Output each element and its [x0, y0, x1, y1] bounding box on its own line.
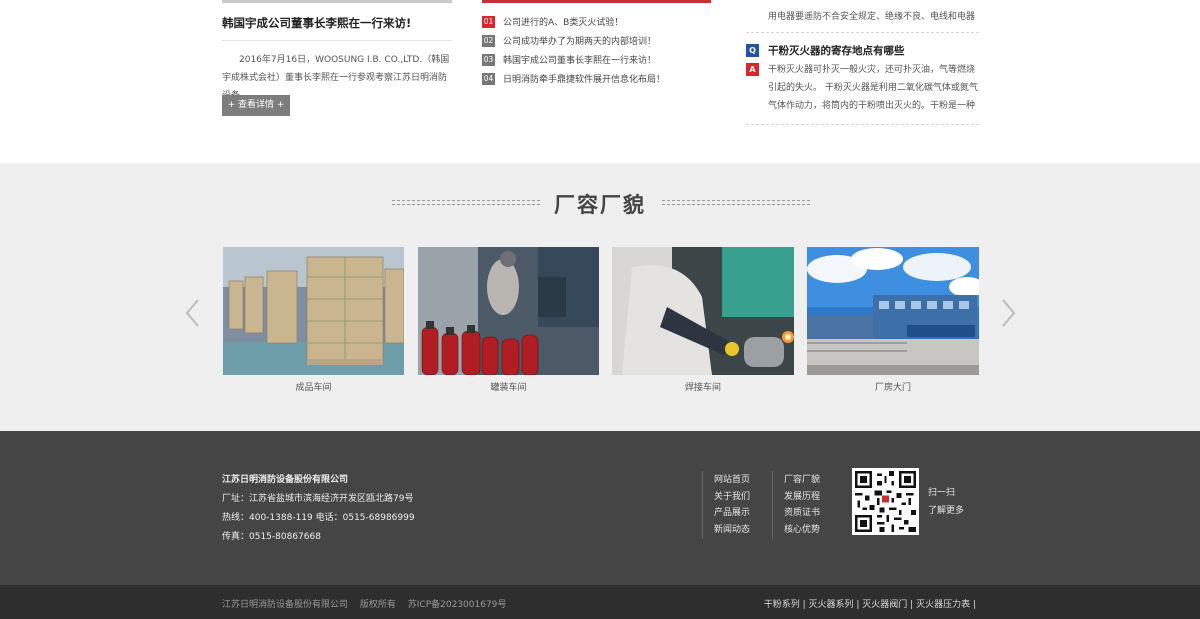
fax: 传真：0515-80867668 [222, 532, 321, 542]
rank-badge: 01 [482, 15, 495, 28]
prev-arrow-icon[interactable] [183, 298, 203, 328]
faq-question[interactable]: 干粉灭火器的寄存地点有哪些 [768, 43, 905, 58]
rank-badge: 02 [482, 34, 495, 47]
next-arrow-icon[interactable] [998, 298, 1018, 328]
footer-link-advantages[interactable]: 核心优势 [784, 522, 820, 539]
footer-link-news[interactable]: 新闻动态 [714, 522, 750, 539]
answer-line: 引起的失火。 干粉灭火器是利用二氧化碳气体或氮气 [768, 83, 978, 93]
icp-number[interactable]: 苏ICP备2023001679号 [408, 600, 507, 610]
photo-caption: 成品车间 [295, 383, 332, 393]
company-news-headline[interactable]: 韩国宇成公司董事长李熙在一行来访! [222, 15, 411, 31]
gallery-photo-warehouse[interactable] [223, 247, 404, 375]
news-list: 01 公司进行的A、B类灭火试验！ 02 公司成功举办了为期两天的内部培训！ 0… [482, 12, 665, 88]
copyright-text: 江苏日明消防设备股份有限公司 版权所有 苏ICP备2023001679号 [222, 597, 515, 610]
product-links: 干粉系列 | 灭火器系列 | 灭火器阀门 | 灭火器压力表 | [763, 600, 976, 610]
footer: 江苏日明消防设备股份有限公司 厂址：江苏省盐城市滨海经济开发区瓯北路79号 热线… [0, 431, 1200, 585]
footer-link-products[interactable]: 产品展示 [714, 505, 750, 522]
title-decoration-right [662, 200, 810, 205]
gallery-photo-filling[interactable] [418, 247, 599, 375]
divider [746, 124, 979, 125]
company-name: 江苏日明消防设备股份有限公司 [222, 475, 349, 485]
news-title[interactable]: 公司进行的A、B类灭火试验！ [503, 15, 623, 28]
address: 厂址：江苏省盐城市滨海经济开发区瓯北路79号 [222, 494, 414, 504]
answer-line: 干粉灭火器可扑灭一般火灾，还可扑灭油，气等燃烧 [768, 65, 976, 75]
footer-link-home[interactable]: 网站首页 [714, 472, 750, 489]
list-item[interactable]: 02 公司成功举办了为期两天的内部培训！ [482, 31, 665, 50]
section-title: 厂容厂貌 [554, 193, 646, 217]
news-title[interactable]: 公司成功举办了为期两天的内部培训！ [503, 34, 656, 47]
divider [222, 40, 452, 41]
qr-code-icon [852, 468, 919, 535]
rank-badge: 04 [482, 72, 495, 85]
rank-badge: 03 [482, 53, 495, 66]
qr-scan-text: 扫一扫 [928, 488, 956, 498]
bottom-link-dry-powder[interactable]: 干粉系列 [764, 600, 800, 610]
list-item[interactable]: 04 日明消防牵手鼎捷软件展开信息化布局！ [482, 69, 665, 88]
previous-answer-text: 用电器要遥防不合安全规定、绝缘不良、电线和电器 [768, 12, 976, 22]
footer-link-factory[interactable]: 厂容厂貌 [784, 472, 820, 489]
answer-badge: A [746, 63, 759, 76]
divider [772, 471, 773, 539]
phone: 热线：400-1388-119 电话：0515-68986999 [222, 513, 415, 523]
news-title[interactable]: 日明消防牵手鼎捷软件展开信息化布局！ [503, 72, 665, 85]
factory-gallery: 厂容厂貌 成品车间 罐装车间 焊接车间 厂房大门 [0, 163, 1200, 431]
view-details-button[interactable]: + 查看详情 + [222, 95, 290, 116]
copyright-bar: 江苏日明消防设备股份有限公司 版权所有 苏ICP备2023001679号 干粉系… [0, 585, 1200, 619]
qr-caption: 扫一扫 了解更多 [928, 484, 964, 520]
gallery-photo-gate[interactable] [807, 247, 979, 375]
photo-caption: 焊接车间 [684, 383, 721, 393]
photo-caption: 厂房大门 [874, 383, 911, 393]
contact-info: 江苏日明消防设备股份有限公司 厂址：江苏省盐城市滨海经济开发区瓯北路79号 热线… [222, 471, 415, 547]
footer-links-column-2: 厂容厂貌 发展历程 资质证书 核心优势 [784, 472, 820, 538]
footer-link-about[interactable]: 关于我们 [714, 489, 750, 506]
news-title[interactable]: 韩国宇成公司董事长李熙在一行来访！ [503, 53, 656, 66]
page: 韩国宇成公司董事长李熙在一行来访! 2016年7月16日，WOOSUNG I.B… [0, 0, 1200, 619]
footer-link-certificates[interactable]: 资质证书 [784, 505, 820, 522]
bottom-link-valve[interactable]: 灭火器阀门 [862, 600, 907, 610]
divider [702, 471, 703, 539]
divider [746, 32, 979, 33]
news-section: 韩国宇成公司董事长李熙在一行来访! 2016年7月16日，WOOSUNG I.B… [0, 0, 1200, 163]
bottom-link-gauge[interactable]: 灭火器压力表 [916, 600, 970, 610]
news-image-bottom-edge [222, 0, 452, 3]
news-image-bottom-edge [482, 0, 711, 3]
list-item[interactable]: 01 公司进行的A、B类灭火试验！ [482, 12, 665, 31]
bottom-link-extinguisher[interactable]: 灭火器系列 [809, 600, 854, 610]
faq-answer: 干粉灭火器可扑灭一般火灾，还可扑灭油，气等燃烧 引起的失火。 干粉灭火器是利用二… [768, 61, 980, 115]
footer-links-column-1: 网站首页 关于我们 产品展示 新闻动态 [714, 472, 750, 538]
question-badge: Q [746, 44, 759, 57]
gallery-photo-welding[interactable] [612, 247, 794, 375]
qr-learn-more-text: 了解更多 [928, 506, 965, 516]
copyright-company: 江苏日明消防设备股份有限公司 [222, 600, 349, 610]
list-item[interactable]: 03 韩国宇成公司董事长李熙在一行来访！ [482, 50, 665, 69]
copyright-rights: 版权所有 [359, 600, 396, 610]
footer-link-history[interactable]: 发展历程 [784, 489, 820, 506]
answer-line: 气体作动力，将筒内的干粉喷出灭火的。干粉是一种 [768, 101, 976, 111]
photo-caption: 罐装车间 [490, 383, 527, 393]
